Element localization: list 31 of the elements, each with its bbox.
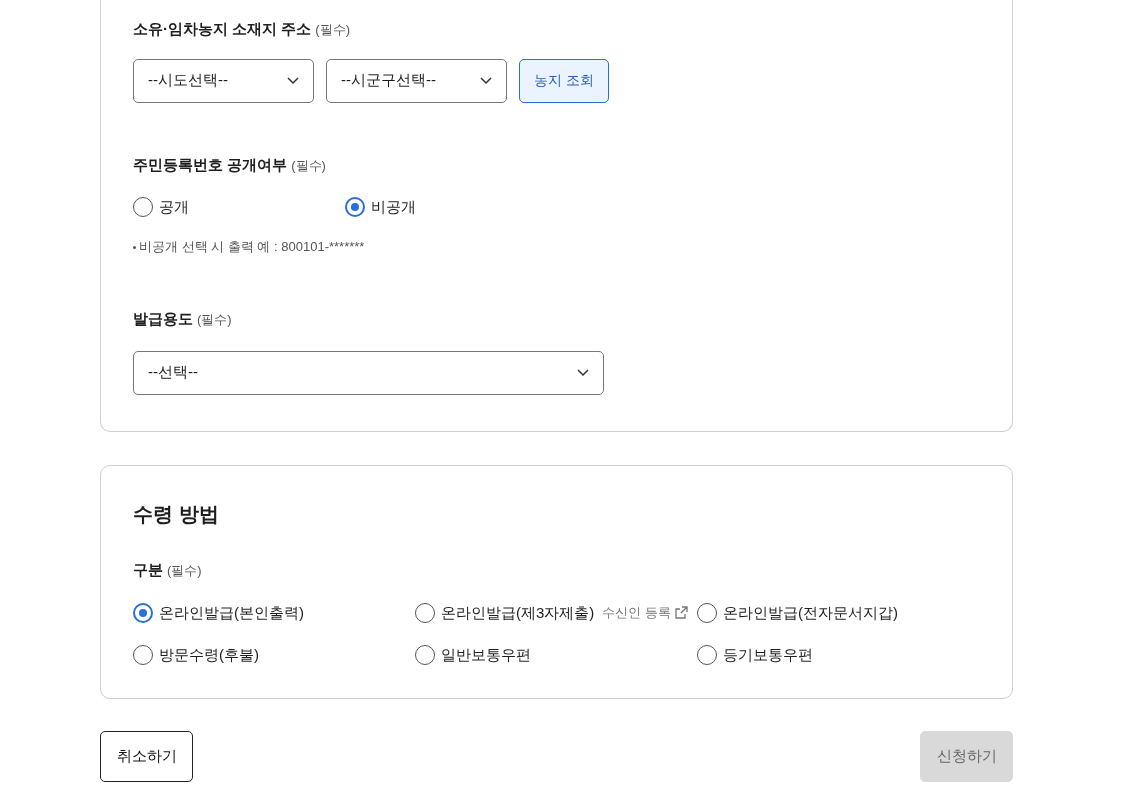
recipient-link[interactable]: 수신인 등록 bbox=[602, 603, 688, 623]
cancel-button[interactable]: 취소하기 bbox=[100, 731, 193, 782]
bullet-icon bbox=[133, 245, 136, 249]
radio-label: 방문수령(후불) bbox=[159, 645, 259, 665]
required-note: (필수) bbox=[167, 562, 202, 580]
select-dropdown[interactable]: --시군구선택-- bbox=[326, 58, 507, 103]
field-label: 구분 bbox=[133, 560, 163, 580]
external-link-icon bbox=[674, 606, 688, 620]
radio-label: 등기보통우편 bbox=[723, 645, 813, 665]
chevron-down-icon bbox=[287, 76, 299, 85]
field-label: 주민등록번호 공개여부 bbox=[133, 154, 288, 175]
select-dropdown[interactable]: --시도선택-- bbox=[133, 58, 314, 103]
radio-button[interactable] bbox=[345, 197, 365, 218]
radio-label: 온라인발급(전자문서지갑) bbox=[723, 602, 898, 623]
required-note: (필수) bbox=[315, 21, 350, 39]
chevron-down-icon bbox=[577, 368, 589, 377]
note-text: 비공개 선택 시 출력 예 : 800101-******* bbox=[133, 236, 980, 256]
radio-button[interactable] bbox=[133, 602, 153, 623]
lookup-button[interactable]: 농지 조회 bbox=[519, 58, 609, 103]
radio-label: 온라인발급(제3자제출) bbox=[441, 602, 595, 623]
radio-label: 비공개 bbox=[371, 197, 416, 217]
chevron-down-icon bbox=[480, 76, 492, 85]
radio-label: 일반보통우편 bbox=[441, 645, 531, 665]
field-label: 소유·임차농지 소재지 주소 bbox=[133, 19, 312, 39]
radio-label: 온라인발급(본인출력) bbox=[159, 602, 304, 623]
select-dropdown[interactable]: --선택-- bbox=[133, 350, 604, 395]
required-note: (필수) bbox=[197, 311, 232, 329]
field-label: 발급용도 bbox=[133, 309, 193, 329]
radio-label: 공개 bbox=[159, 197, 189, 217]
required-note: (필수) bbox=[291, 156, 326, 175]
section-title: 수령 방법 bbox=[133, 502, 220, 527]
